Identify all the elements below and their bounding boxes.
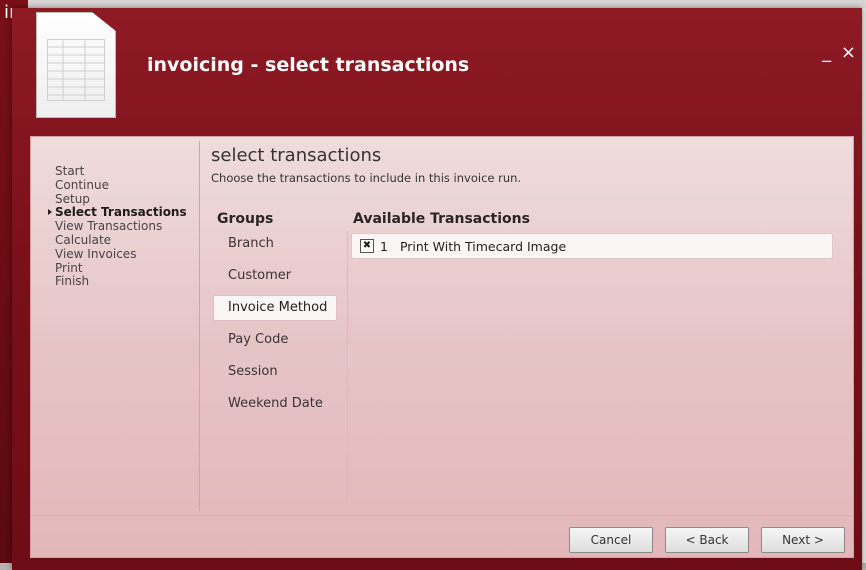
group-item-weekend-date[interactable]: Weekend Date bbox=[213, 391, 337, 417]
document-icon bbox=[36, 12, 116, 118]
step-select-transactions: Select Transactions bbox=[48, 205, 187, 220]
step-view-invoices: View Invoices bbox=[55, 246, 137, 261]
transaction-row[interactable]: ✖ 1 Print With Timecard Image bbox=[351, 233, 833, 259]
cancel-button[interactable]: Cancel bbox=[569, 527, 653, 553]
background-top-bar bbox=[28, 0, 866, 8]
button-bar: Cancel < Back Next > bbox=[569, 527, 845, 553]
transaction-checkbox[interactable]: ✖ bbox=[360, 239, 374, 253]
back-button[interactable]: < Back bbox=[665, 527, 749, 553]
wizard-window: invoicing - select transactions _ × Star… bbox=[12, 8, 862, 570]
group-item-pay-code[interactable]: Pay Code bbox=[213, 327, 337, 353]
close-icon[interactable]: × bbox=[841, 42, 858, 63]
step-view-transactions: View Transactions bbox=[55, 219, 163, 234]
transaction-label: Print With Timecard Image bbox=[399, 238, 567, 254]
step-start: Start bbox=[55, 164, 85, 178]
window-title: invoicing - select transactions bbox=[147, 54, 470, 76]
page-subtitle: Choose the transactions to include in th… bbox=[211, 171, 522, 185]
group-item-branch[interactable]: Branch bbox=[213, 231, 337, 257]
column-divider bbox=[347, 231, 348, 511]
step-calculate: Calculate bbox=[55, 232, 112, 247]
groups-heading: Groups bbox=[217, 211, 274, 227]
group-item-invoice-method[interactable]: Invoice Method bbox=[213, 295, 337, 321]
wizard-panel: Start Continue Setup Select Transactions… bbox=[30, 136, 854, 558]
page-title: select transactions bbox=[211, 145, 382, 166]
transaction-number: 1 bbox=[380, 238, 388, 254]
available-transactions-list: ✖ 1 Print With Timecard Image bbox=[351, 233, 833, 259]
window-controls: _ × bbox=[822, 42, 858, 63]
main-content: select transactions Choose the transacti… bbox=[211, 141, 849, 511]
group-item-session[interactable]: Session bbox=[213, 359, 337, 385]
next-button[interactable]: Next > bbox=[761, 527, 845, 553]
groups-list: Branch Customer Invoice Method Pay Code … bbox=[213, 231, 337, 423]
minimize-icon[interactable]: _ bbox=[822, 42, 833, 63]
step-finish: Finish bbox=[55, 274, 90, 289]
available-transactions-heading: Available Transactions bbox=[353, 211, 530, 227]
steps-sidebar: Start Continue Setup Select Transactions… bbox=[35, 141, 200, 511]
step-setup: Setup bbox=[55, 191, 90, 206]
step-print: Print bbox=[55, 260, 83, 275]
footer-divider bbox=[31, 515, 853, 516]
step-continue: Continue bbox=[55, 177, 109, 192]
group-item-customer[interactable]: Customer bbox=[213, 263, 337, 289]
